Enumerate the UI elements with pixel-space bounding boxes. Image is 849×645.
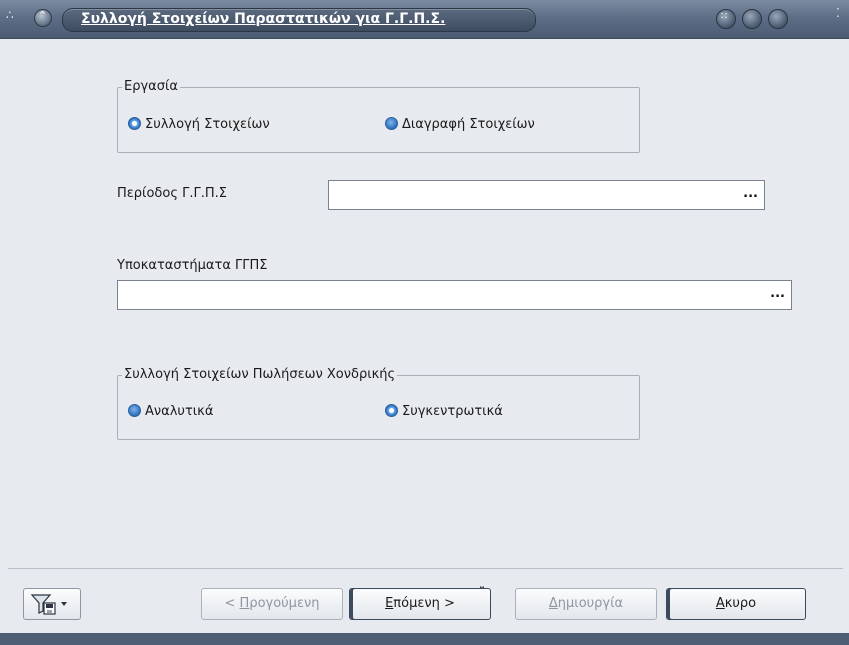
branches-label: Υποκαταστήματα ΓΓΠΣ: [117, 258, 268, 273]
window-title: Συλλογή Στοιχείων Παραστατικών για Γ.Γ.Π…: [81, 11, 446, 27]
grip-icon: ∴: [6, 8, 14, 22]
radio-unchecked-icon: [128, 404, 141, 417]
create-rest: ημιουργία: [557, 596, 624, 611]
bottom-bar: [0, 633, 849, 645]
task-group-legend: Εργασία: [122, 79, 180, 94]
cancel-rest: κυρο: [724, 596, 757, 611]
branches-browse-button[interactable]: ...: [770, 286, 785, 301]
radio-summary-label: Συγκεντρωτικά: [402, 404, 503, 419]
previous-accel: Π: [239, 596, 250, 611]
wholesale-groupbox: Συλλογή Στοιχείων Πωλήσεων Χονδρικής Ανα…: [117, 367, 640, 440]
cancel-button[interactable]: Ακυρο: [666, 588, 806, 620]
footer-divider: [8, 568, 843, 569]
radio-checked-icon: [385, 404, 398, 417]
title-pill: Συλλογή Στοιχείων Παραστατικών για Γ.Γ.Π…: [62, 8, 536, 32]
period-label: Περίοδος Γ.Γ.Π.Σ: [117, 186, 227, 201]
radio-delete-data[interactable]: Διαγραφή Στοιχείων: [385, 117, 535, 132]
filter-save-icon: [30, 594, 67, 615]
radio-collect-data-label: Συλλογή Στοιχείων: [145, 117, 270, 132]
next-button[interactable]: Επόμενη > ¨: [349, 585, 491, 620]
dialog-window: ∴ Συλλογή Στοιχείων Παραστατικών για Γ.Γ…: [0, 0, 849, 645]
filter-save-button[interactable]: [23, 588, 81, 620]
task-groupbox: Εργασία Συλλογή Στοιχείων Διαγραφή Στοιχ…: [117, 79, 640, 153]
radio-unchecked-icon: [385, 117, 398, 130]
minimize-button[interactable]: [716, 9, 736, 29]
title-bar: ∴ Συλλογή Στοιχείων Παραστατικών για Γ.Γ…: [0, 0, 849, 39]
radio-analytical[interactable]: Αναλυτικά: [128, 404, 213, 419]
radio-delete-data-label: Διαγραφή Στοιχείων: [402, 117, 535, 132]
radio-summary[interactable]: Συγκεντρωτικά: [385, 404, 503, 419]
previous-prefix: <: [224, 596, 240, 611]
cancel-accel: Α: [715, 596, 725, 611]
radio-analytical-label: Αναλυτικά: [145, 404, 214, 419]
default-marker-icon: ¨: [479, 585, 485, 599]
close-button[interactable]: [768, 9, 788, 29]
create-button[interactable]: Δημιουργία: [515, 588, 657, 620]
branches-field[interactable]: ...: [117, 280, 792, 310]
window-menu-button[interactable]: [34, 9, 52, 27]
radio-checked-icon: [128, 117, 141, 130]
chevron-down-icon: [61, 602, 67, 606]
wholesale-group-legend: Συλλογή Στοιχείων Πωλήσεων Χονδρικής: [122, 367, 398, 382]
next-rest: πόμενη >: [393, 596, 455, 611]
period-field[interactable]: ...: [328, 180, 765, 210]
grip-icon: ⁚: [836, 6, 840, 20]
previous-rest: ρογούμενη: [249, 596, 320, 611]
maximize-button[interactable]: [742, 9, 762, 29]
create-accel: Δ: [548, 596, 558, 611]
previous-button[interactable]: < Προγούμενη: [201, 588, 343, 620]
radio-collect-data[interactable]: Συλλογή Στοιχείων: [128, 117, 270, 132]
period-browse-button[interactable]: ...: [743, 186, 758, 201]
